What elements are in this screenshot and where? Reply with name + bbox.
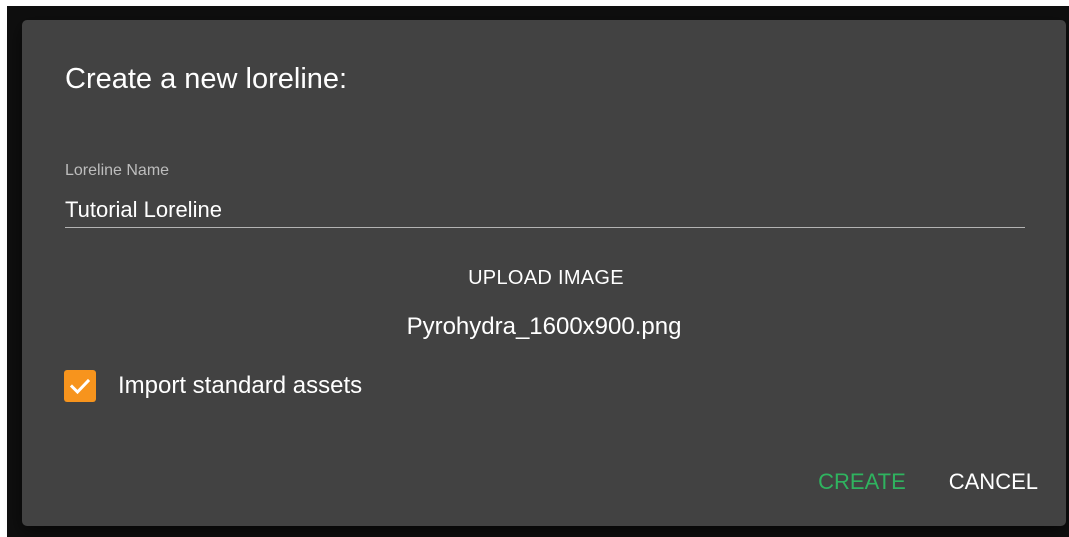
checkmark-icon (69, 378, 91, 395)
cancel-button[interactable]: CANCEL (949, 463, 1038, 501)
create-button[interactable]: CREATE (818, 463, 906, 501)
loreline-name-label: Loreline Name (65, 162, 170, 179)
import-standard-assets-row[interactable]: Import standard assets (64, 366, 362, 406)
selected-image-filename: Pyrohydra_1600x900.png (406, 313, 682, 340)
import-standard-assets-label: Import standard assets (118, 372, 363, 399)
dialog-actions: CREATE CANCEL (818, 463, 1038, 501)
loreline-name-field: Loreline Name (65, 159, 1025, 239)
create-loreline-dialog: Create a new loreline: Loreline Name UPL… (22, 20, 1066, 526)
import-standard-assets-checkbox[interactable] (64, 370, 96, 402)
loreline-name-input[interactable] (65, 193, 1025, 228)
dialog-title: Create a new loreline: (65, 63, 348, 95)
upload-image-button[interactable]: UPLOAD IMAGE (426, 258, 666, 298)
